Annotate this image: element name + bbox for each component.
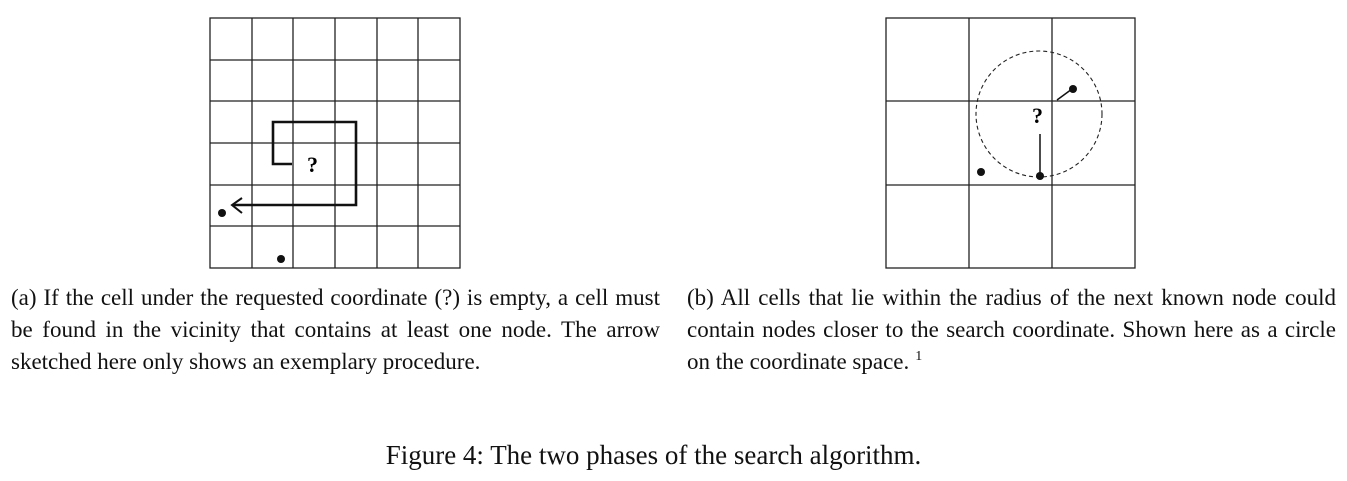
figure-caption: Figure 4: The two phases of the search a… [385, 440, 922, 470]
search-coordinate-marker: ? [1032, 103, 1043, 128]
nearest-node-dot [1036, 172, 1044, 180]
subfigure-a-caption: (a) If the cell under the requested coor… [11, 282, 660, 378]
node-dot [977, 168, 985, 176]
subfigure-b-caption-text: (b) All cells that lie within the radius… [687, 285, 1336, 374]
subfigure-a-caption-text: (a) If the cell under the requested coor… [11, 285, 660, 374]
node-dot [1069, 85, 1077, 93]
grid-6x6 [209, 17, 461, 269]
subfigure-b-caption: (b) All cells that lie within the radius… [687, 282, 1336, 378]
grid-3x3 [885, 17, 1136, 269]
requested-coordinate-marker: ? [307, 152, 318, 177]
footnote-mark: 1 [915, 349, 923, 365]
subfigure-b-diagram: ? [885, 17, 1136, 269]
node-dot [218, 209, 226, 217]
subfigure-a-diagram: ? [209, 17, 461, 269]
node-dot [277, 255, 285, 263]
